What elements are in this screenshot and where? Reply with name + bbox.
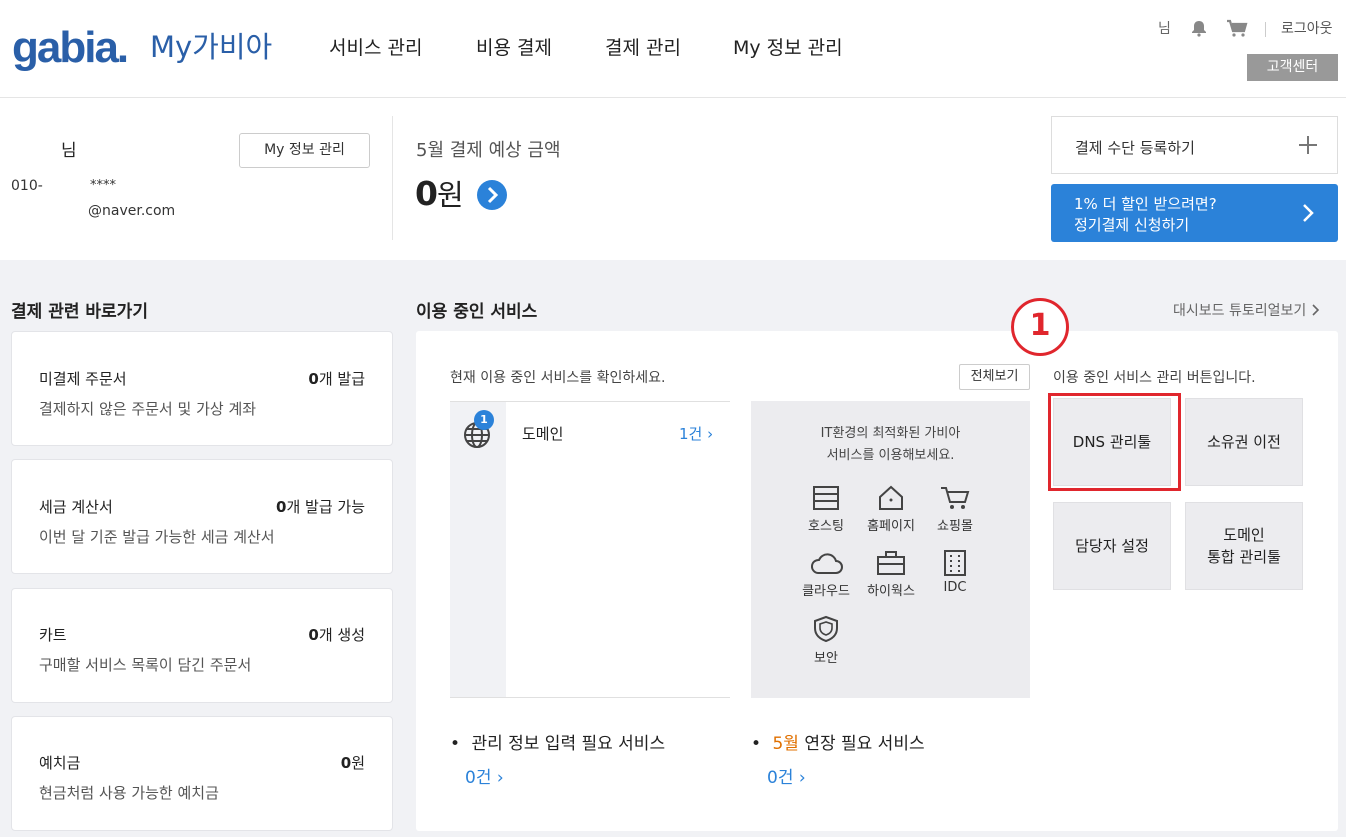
card-desc: 이번 달 기준 발급 가능한 세금 계산서: [39, 528, 275, 546]
card-tax-invoice[interactable]: 세금 계산서 0개 발급 가능 이번 달 기준 발급 가능한 세금 계산서: [11, 459, 393, 574]
shortcuts-title: 결제 관련 바로가기: [11, 302, 148, 322]
services-title: 이용 중인 서비스: [416, 302, 538, 322]
home-icon: [879, 485, 903, 510]
nav-service-management[interactable]: 서비스 관리: [329, 36, 422, 60]
card-unpaid-orders[interactable]: 미결제 주문서 0개 발급 결제하지 않은 주문서 및 가상 계좌: [11, 331, 393, 446]
domain-count-link[interactable]: 1건 ›: [679, 423, 713, 444]
service-homepage[interactable]: 홈페이지: [861, 485, 921, 534]
register-payment-button[interactable]: 결제 수단 등록하기: [1051, 116, 1338, 174]
divider: [1265, 22, 1266, 37]
recurring-payment-button[interactable]: 1% 더 할인 받으려면? 정기결제 신청하기: [1051, 184, 1338, 242]
billing-unit: 원: [437, 178, 464, 212]
server-icon: [813, 486, 839, 510]
card-value: 0원: [340, 754, 365, 772]
building-icon: [944, 550, 966, 576]
nav-cost-payment[interactable]: 비용 결제: [476, 36, 552, 60]
service-shopping[interactable]: 쇼핑몰: [925, 485, 985, 534]
promo-line2: 정기결제 신청하기: [1074, 216, 1190, 234]
ownership-transfer-button[interactable]: 소유권 이전: [1185, 398, 1303, 486]
contact-settings-button[interactable]: 담당자 설정: [1053, 502, 1171, 590]
nav-payment-management[interactable]: 결제 관리: [605, 36, 681, 60]
user-name: 님: [1158, 21, 1171, 37]
chevron-right-icon: [1312, 304, 1319, 316]
service-promo-box: IT환경의 최적화된 가비아 서비스를 이용해보세요. 호스팅 홈페이지 쇼핑몰…: [751, 401, 1030, 698]
card-title: 예치금: [39, 754, 81, 772]
renew-count-link[interactable]: 0건 ›: [767, 763, 806, 788]
needs-info-label: • 관리 정보 입력 필요 서비스: [450, 734, 666, 754]
briefcase-icon: [877, 551, 905, 575]
view-all-button[interactable]: 전체보기: [959, 364, 1030, 390]
my-gabia-title[interactable]: My가비아: [150, 30, 272, 64]
card-title: 세금 계산서: [39, 498, 113, 516]
needs-info-count-link[interactable]: 0건 ›: [465, 763, 504, 788]
plus-icon: [1298, 135, 1318, 159]
cart-icon: [941, 487, 970, 509]
nav-my-info[interactable]: My 정보 관리: [733, 36, 843, 60]
annotation-number: 1: [1011, 298, 1069, 356]
promo-line1: 1% 더 할인 받으려면?: [1074, 195, 1217, 213]
profile-name: 님: [61, 141, 77, 161]
service-cloud[interactable]: 클라우드: [796, 550, 856, 599]
service-list: 1 도메인 1건 ›: [450, 401, 730, 698]
service-idc[interactable]: IDC: [925, 550, 985, 595]
card-value: 0개 발급: [308, 370, 365, 388]
profile-email: @naver.com: [88, 203, 176, 219]
billing-amount: 0: [415, 174, 438, 213]
gabia-logo[interactable]: gabia.: [12, 26, 129, 70]
card-title: 미결제 주문서: [39, 370, 127, 388]
card-title: 카트: [39, 626, 67, 644]
tutorial-link[interactable]: 대시보드 튜토리얼보기: [1173, 300, 1321, 320]
promo-line2: 서비스를 이용해보세요.: [826, 448, 955, 463]
top-header: gabia. My가비아 서비스 관리 비용 결제 결제 관리 My 정보 관리…: [0, 0, 1346, 98]
register-payment-label: 결제 수단 등록하기: [1075, 139, 1195, 157]
card-cart[interactable]: 카트 0개 생성 구매할 서비스 목록이 담긴 주문서: [11, 588, 393, 703]
card-deposit[interactable]: 예치금 0원 현금처럼 사용 가능한 예치금: [11, 716, 393, 831]
customer-center-button[interactable]: 고객센터: [1247, 54, 1338, 81]
card-desc: 결제하지 않은 주문서 및 가상 계좌: [39, 400, 257, 418]
my-info-button[interactable]: My 정보 관리: [239, 133, 370, 168]
divider: [392, 116, 393, 240]
domain-label[interactable]: 도메인: [522, 423, 563, 444]
services-panel: 현재 이용 중인 서비스를 확인하세요. 전체보기 1 도메인 1건 › IT환…: [416, 331, 1338, 831]
service-hosting[interactable]: 호스팅: [796, 485, 856, 534]
manage-hint: 이용 중인 서비스 관리 버튼입니다.: [1053, 370, 1256, 386]
account-summary: 님 My 정보 관리 010- **** @naver.com 5월 결제 예상…: [0, 98, 1346, 260]
cloud-icon: [811, 553, 843, 574]
cart-icon[interactable]: [1226, 19, 1248, 41]
card-desc: 현금처럼 사용 가능한 예치금: [39, 784, 219, 802]
bell-icon[interactable]: [1190, 19, 1208, 41]
shield-icon: [814, 615, 838, 643]
promo-line1: IT환경의 최적화된 가비아: [820, 426, 961, 441]
chevron-right-icon: [1301, 203, 1315, 227]
card-value: 0개 생성: [308, 626, 365, 644]
service-hiworks[interactable]: 하이웍스: [861, 550, 921, 599]
service-security[interactable]: 보안: [796, 615, 856, 666]
dns-management-button[interactable]: DNS 관리툴: [1053, 398, 1171, 486]
chevron-right-icon[interactable]: [476, 179, 508, 215]
renew-label: • 5월 연장 필요 서비스: [751, 734, 925, 754]
profile-phone-mask: ****: [90, 178, 116, 193]
service-count-badge: 1: [474, 410, 494, 430]
card-desc: 구매할 서비스 목록이 담긴 주문서: [39, 656, 252, 674]
card-value: 0개 발급 가능: [276, 498, 365, 516]
domain-integrated-management-button[interactable]: 도메인 통합 관리툴: [1185, 502, 1303, 590]
profile-phone: 010-: [11, 178, 43, 194]
logout-link[interactable]: 로그아웃: [1281, 20, 1333, 38]
services-hint: 현재 이용 중인 서비스를 확인하세요.: [450, 370, 666, 386]
billing-label: 5월 결제 예상 금액: [416, 140, 561, 161]
